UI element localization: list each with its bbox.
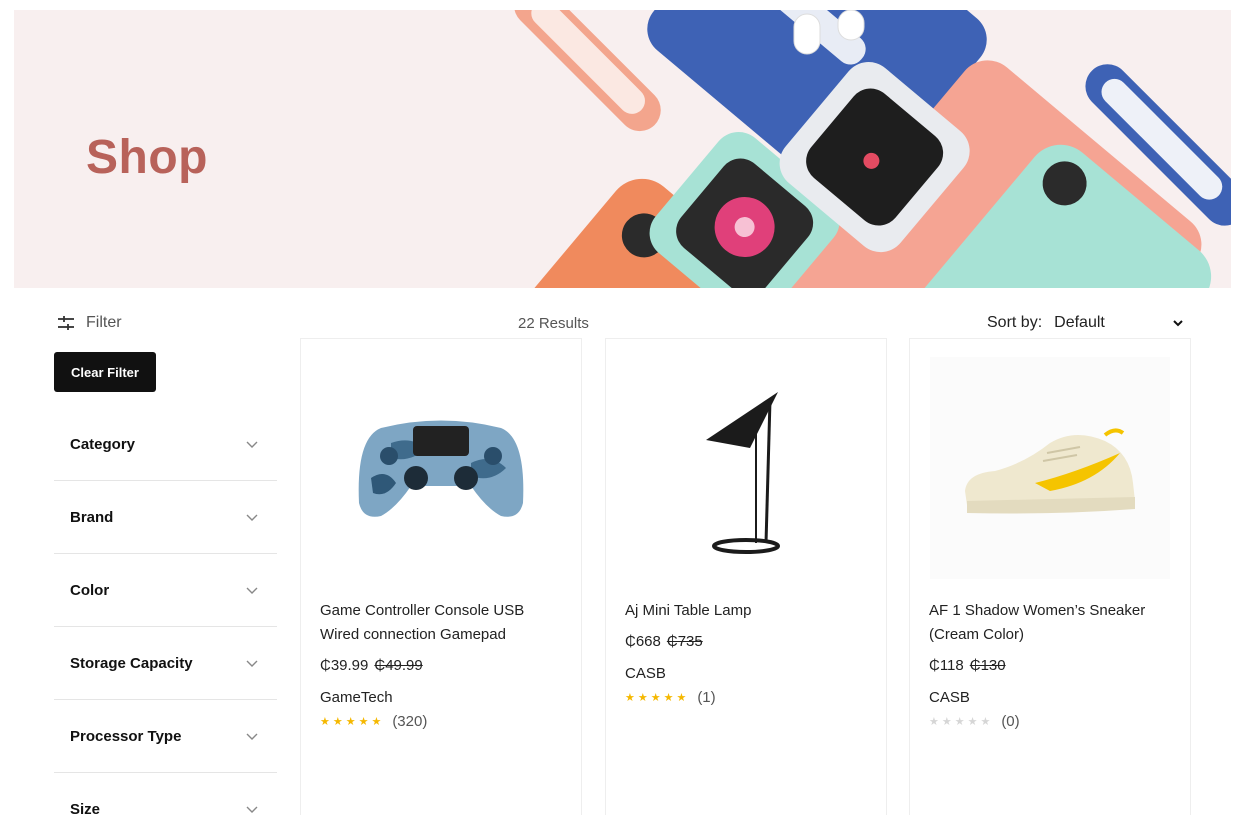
star-rating-icon: ★★★★★ [320, 716, 385, 728]
facet-brand[interactable]: Brand [54, 481, 277, 554]
product-name[interactable]: Aj Mini Table Lamp [625, 599, 870, 623]
gamepad-image [358, 420, 524, 517]
facet-label: Storage Capacity [70, 654, 193, 672]
facet-label: Brand [70, 508, 114, 526]
results-count: 22 Results [518, 315, 589, 332]
product-image-gamepad[interactable] [321, 357, 561, 579]
product-rating: ★★★★★ (320) [320, 713, 427, 730]
chevron-down-icon [246, 587, 258, 594]
original-price: ₵49.99 [374, 657, 423, 674]
filter-facets: Category Brand Color Storage Capacity Pr… [54, 408, 277, 815]
product-price: ₵39.99 ₵49.99 [320, 657, 423, 674]
hero-banner: Shop [14, 10, 1231, 288]
review-count: (1) [697, 689, 716, 706]
current-price: ₵668 [625, 633, 661, 650]
product-image-lamp[interactable] [626, 357, 866, 579]
chevron-down-icon [246, 806, 258, 813]
facet-color[interactable]: Color [54, 554, 277, 627]
product-card[interactable]: Game Controller Console USB Wired connec… [300, 338, 582, 815]
star-rating-icon: ★★★★★ [929, 716, 994, 728]
product-rating: ★★★★★ (1) [625, 689, 716, 706]
product-name[interactable]: AF 1 Shadow Women’s Sneaker (Cream Color… [929, 599, 1174, 647]
product-price: ₵118 ₵130 [929, 657, 1006, 674]
page-title: Shop [86, 131, 208, 184]
current-price: ₵39.99 [320, 657, 369, 674]
lamp-image [706, 392, 780, 554]
chevron-down-icon [246, 733, 258, 740]
product-rating: ★★★★★ (0) [929, 713, 1020, 730]
facet-category[interactable]: Category [54, 408, 277, 481]
sort-dropdown[interactable]: Sort by: Default [987, 314, 1184, 332]
product-name[interactable]: Game Controller Console USB Wired connec… [320, 599, 565, 647]
filter-label: Filter [86, 314, 122, 331]
current-price: ₵118 [929, 657, 964, 674]
product-brand: GameTech [320, 689, 393, 706]
original-price: ₵130 [969, 657, 1006, 674]
product-image-sneaker[interactable] [930, 357, 1170, 579]
facet-size[interactable]: Size [54, 773, 277, 815]
chevron-down-icon [246, 441, 258, 448]
product-card[interactable]: Aj Mini Table Lamp ₵668 ₵735 CASB ★★★★★ (… [605, 338, 887, 815]
facet-processor-type[interactable]: Processor Type [54, 700, 277, 773]
chevron-down-icon [246, 660, 258, 667]
chevron-down-icon [246, 514, 258, 521]
sliders-icon [58, 316, 74, 330]
product-price: ₵668 ₵735 [625, 633, 703, 650]
product-brand: CASB [929, 689, 970, 706]
clear-filter-button[interactable]: Clear Filter [54, 352, 156, 392]
product-brand: CASB [625, 665, 666, 682]
chevron-down-icon [1173, 320, 1183, 327]
sort-selected-value[interactable]: Default [1054, 314, 1172, 332]
facet-label: Size [70, 800, 101, 815]
sort-label: Sort by: [987, 314, 1043, 331]
facet-storage-capacity[interactable]: Storage Capacity [54, 627, 277, 700]
filter-toggle-button[interactable]: Filter [56, 314, 122, 332]
review-count: (0) [1001, 713, 1020, 730]
facet-label: Color [70, 581, 110, 599]
facet-label: Category [70, 435, 136, 453]
facet-label: Processor Type [70, 727, 182, 745]
star-rating-icon: ★★★★★ [625, 692, 690, 704]
review-count: (320) [392, 713, 428, 730]
product-card[interactable]: AF 1 Shadow Women’s Sneaker (Cream Color… [909, 338, 1191, 815]
original-price: ₵735 [666, 633, 703, 650]
sneaker-image [965, 428, 1135, 514]
